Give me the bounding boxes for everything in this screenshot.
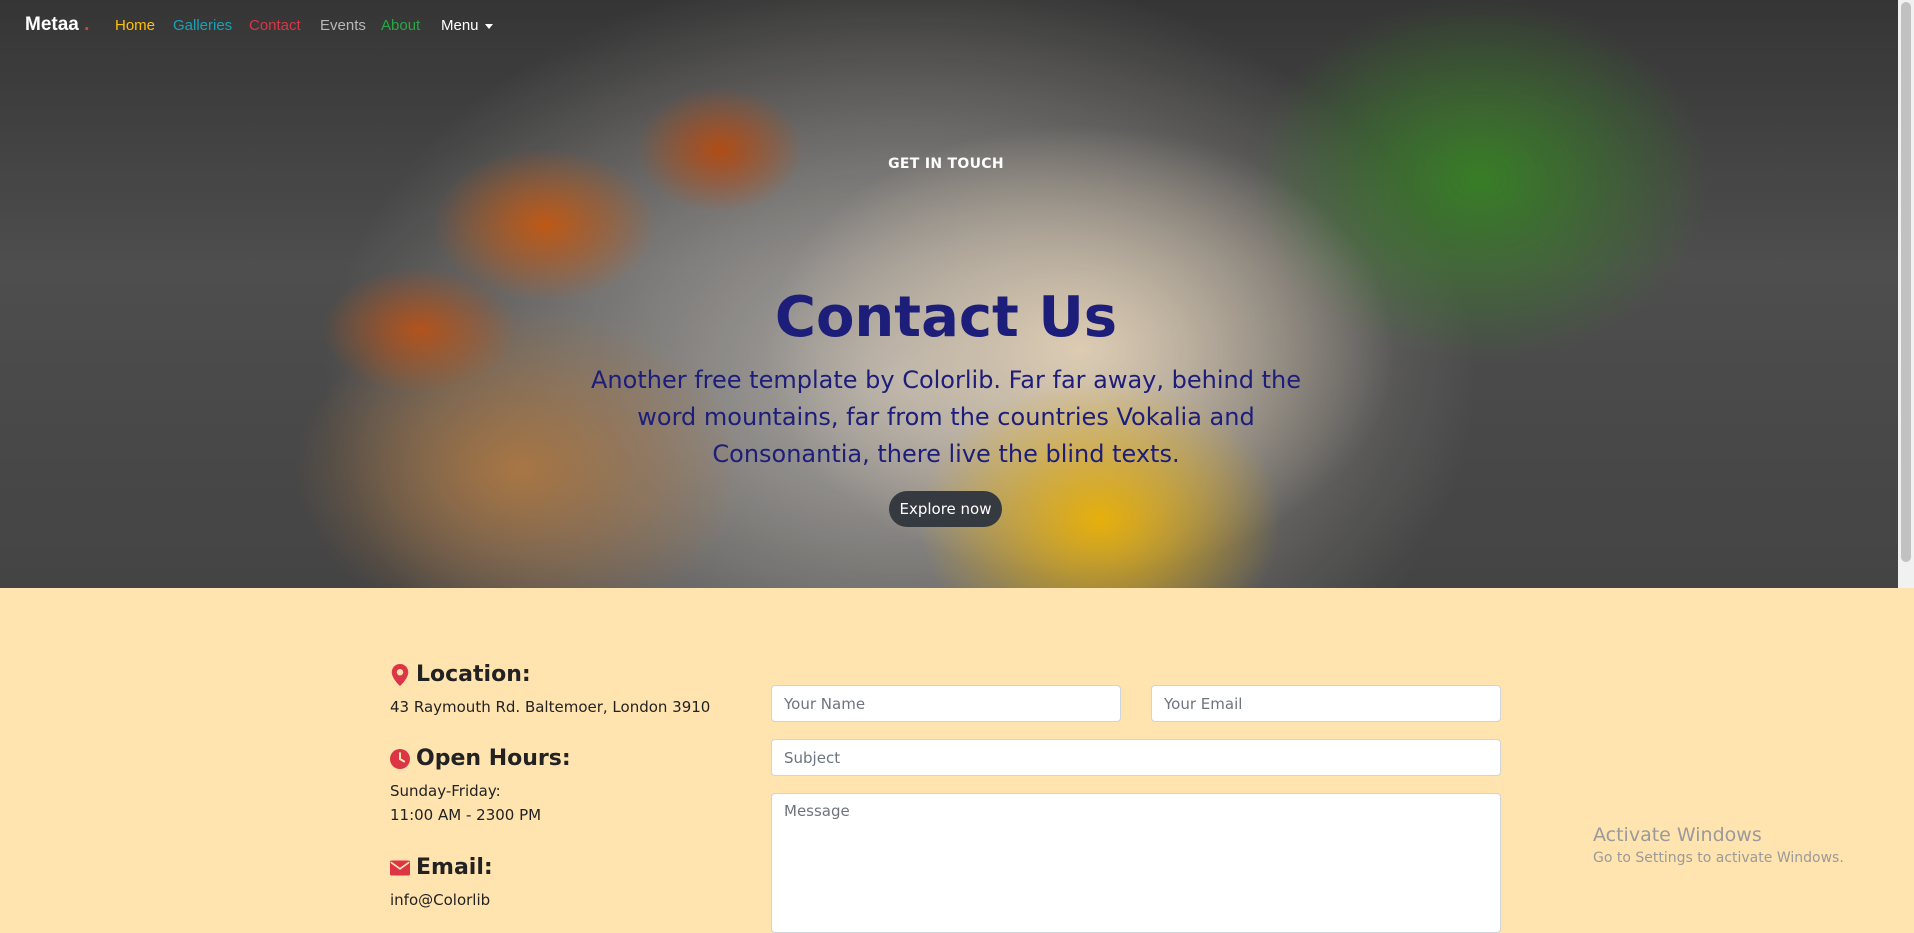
location-block: Location: 43 Raymouth Rd. Baltemoer, Lon… bbox=[390, 662, 710, 719]
subject-field[interactable] bbox=[771, 739, 1501, 776]
message-field[interactable] bbox=[771, 793, 1501, 933]
nav-contact[interactable]: Contact bbox=[249, 17, 301, 34]
navbar: Metaa . Home Galleries Contact Events Ab… bbox=[0, 0, 1898, 54]
nav-galleries[interactable]: Galleries bbox=[173, 17, 232, 34]
clock-icon bbox=[390, 748, 410, 769]
email-block: Email: info@Colorlib bbox=[390, 855, 493, 912]
hours-time: 11:00 AM - 2300 PM bbox=[390, 806, 542, 824]
chevron-down-icon bbox=[484, 23, 493, 29]
activation-hint: Go to Settings to activate Windows. bbox=[1593, 850, 1844, 866]
name-field[interactable] bbox=[771, 685, 1121, 722]
nav-home[interactable]: Home bbox=[115, 17, 155, 34]
location-heading: Location: bbox=[416, 662, 531, 687]
page-title: Contact Us bbox=[774, 285, 1118, 350]
hero-eyebrow: GET IN TOUCH bbox=[888, 156, 1004, 172]
brand-dot: . bbox=[84, 14, 90, 35]
envelope-icon bbox=[390, 860, 410, 875]
explore-now-button[interactable]: Explore now bbox=[889, 491, 1002, 527]
hours-heading: Open Hours: bbox=[416, 746, 571, 771]
nav-about[interactable]: About bbox=[381, 17, 420, 34]
nav-menu-dropdown[interactable]: Menu bbox=[441, 17, 493, 34]
scrollbar[interactable] bbox=[1898, 0, 1914, 588]
windows-activation-watermark: Activate Windows Go to Settings to activ… bbox=[1593, 824, 1844, 866]
email-field[interactable] bbox=[1151, 685, 1501, 722]
location-address: 43 Raymouth Rd. Baltemoer, London 3910 bbox=[390, 698, 711, 716]
brand-logo[interactable]: Metaa . bbox=[25, 14, 89, 36]
open-hours-block: Open Hours: Sunday-Friday: 11:00 AM - 23… bbox=[390, 746, 571, 827]
email-heading: Email: bbox=[416, 855, 493, 880]
map-pin-icon bbox=[391, 663, 409, 686]
scrollbar-thumb[interactable] bbox=[1901, 2, 1911, 562]
email-value[interactable]: info@Colorlib bbox=[390, 888, 493, 912]
activation-title: Activate Windows bbox=[1593, 824, 1762, 846]
brand-name: Metaa bbox=[25, 14, 79, 35]
nav-menu-label: Menu bbox=[441, 17, 479, 34]
nav-events[interactable]: Events bbox=[320, 17, 366, 34]
hero-subtitle: Another free template by Colorlib. Far f… bbox=[591, 366, 1301, 468]
hours-days: Sunday-Friday: bbox=[390, 782, 501, 800]
